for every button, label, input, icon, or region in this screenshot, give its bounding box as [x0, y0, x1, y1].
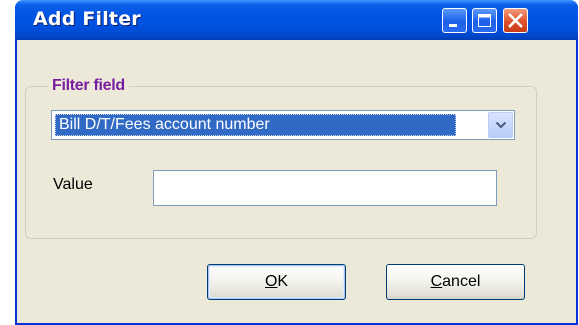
ok-button[interactable]: OK: [207, 264, 346, 300]
minimize-button[interactable]: [442, 8, 467, 33]
value-label: Value: [53, 176, 93, 193]
value-input[interactable]: [153, 170, 497, 206]
filter-field-groupbox: [25, 86, 537, 239]
cancel-mnemonic: C: [430, 273, 443, 290]
title-bar[interactable]: Add Filter: [15, 0, 578, 40]
filter-field-selected-value: Bill D/T/Fees account number: [55, 114, 456, 136]
ok-label-rest: K: [277, 273, 289, 290]
close-icon: [508, 13, 523, 28]
chevron-down-icon: [495, 121, 507, 129]
ok-mnemonic: O: [264, 273, 278, 290]
maximize-button[interactable]: [472, 8, 497, 33]
filter-field-legend: Filter field: [48, 77, 129, 95]
maximize-icon: [478, 14, 491, 27]
close-button[interactable]: [503, 8, 528, 33]
minimize-icon: [449, 24, 457, 27]
cancel-button[interactable]: Cancel: [386, 264, 525, 300]
dropdown-arrow-button[interactable]: [488, 112, 513, 138]
window-title: Add Filter: [33, 8, 141, 30]
filter-field-dropdown[interactable]: Bill D/T/Fees account number: [51, 110, 515, 140]
cancel-label-rest: ancel: [442, 273, 481, 290]
